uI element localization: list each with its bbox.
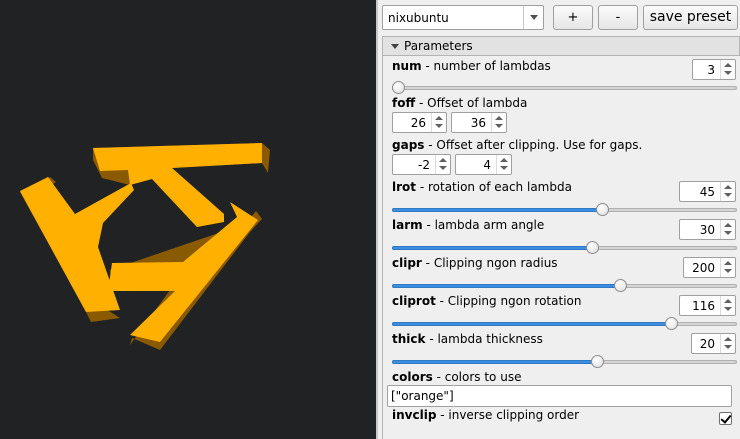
invclip-checkbox[interactable]	[719, 412, 732, 425]
param-label-lrot: lrot - rotation of each lambda	[392, 180, 572, 194]
param-label-colors: colors - colors to use	[392, 370, 522, 384]
arrow-up-icon[interactable]	[724, 223, 732, 227]
param-label-invclip: invclip - inverse clipping order	[392, 408, 580, 422]
clipr-slider[interactable]	[392, 279, 737, 293]
arrow-up-icon[interactable]	[724, 63, 732, 67]
arrow-down-icon[interactable]	[724, 307, 732, 311]
colors-input[interactable]: ["orange"]	[387, 385, 732, 407]
lambda-shape-right	[108, 202, 262, 350]
arrow-down-icon[interactable]	[724, 269, 732, 273]
foff-y-spinbox[interactable]: 36	[451, 112, 507, 133]
param-label-clipr: clipr - Clipping ngon radius	[392, 256, 558, 270]
cliprot-value: 116	[692, 299, 715, 313]
render-viewport[interactable]	[0, 0, 376, 439]
slider-handle[interactable]	[392, 81, 405, 94]
cliprot-spinbox[interactable]: 116	[679, 295, 736, 316]
preset-value: nixubuntu	[388, 11, 449, 25]
slider-handle[interactable]	[614, 279, 627, 292]
arrow-down-icon[interactable]	[724, 231, 732, 235]
arrow-up-icon[interactable]	[724, 299, 732, 303]
control-panel: nixubuntu + - save preset Parameters num…	[378, 0, 740, 439]
thick-value: 20	[699, 337, 715, 351]
thick-slider[interactable]	[392, 355, 737, 369]
gaps-y-value: 4	[483, 158, 491, 172]
group-title: Parameters	[404, 39, 473, 53]
cliprot-slider[interactable]	[392, 317, 737, 331]
thick-spinbox[interactable]: 20	[691, 333, 736, 354]
slider-handle[interactable]	[665, 317, 678, 330]
num-slider[interactable]	[392, 81, 737, 95]
lrot-value: 45	[699, 185, 715, 199]
collapse-triangle-icon[interactable]	[391, 44, 399, 49]
arrow-down-icon[interactable]	[495, 124, 503, 128]
larm-value: 30	[699, 223, 715, 237]
save-preset-button[interactable]: save preset	[643, 5, 738, 30]
arrow-down-icon[interactable]	[439, 166, 447, 170]
lrot-slider[interactable]	[392, 203, 737, 217]
param-label-foff: foff - Offset of lambda	[392, 96, 528, 110]
param-label-larm: larm - lambda arm angle	[392, 218, 545, 232]
lambda-render	[20, 143, 270, 350]
slider-handle[interactable]	[586, 241, 599, 254]
arrow-down-icon[interactable]	[724, 345, 732, 349]
parameters-group-header[interactable]: Parameters	[382, 36, 740, 56]
param-label-num: num - number of lambdas	[392, 59, 551, 73]
slider-handle[interactable]	[591, 355, 604, 368]
chevron-down-icon[interactable]	[523, 6, 543, 29]
colors-value: ["orange"]	[391, 389, 454, 403]
arrow-down-icon[interactable]	[500, 166, 508, 170]
gaps-x-spinbox[interactable]: -2	[392, 154, 451, 175]
arrow-up-icon[interactable]	[435, 116, 443, 120]
foff-y-value: 36	[470, 116, 486, 130]
slider-handle[interactable]	[596, 203, 609, 216]
larm-slider[interactable]	[392, 241, 737, 255]
arrow-up-icon[interactable]	[724, 261, 732, 265]
clipr-value: 200	[692, 261, 715, 275]
arrow-up-icon[interactable]	[439, 158, 447, 162]
lambda-shape-left	[20, 177, 134, 322]
param-label-gaps: gaps - Offset after clipping. Use for ga…	[392, 138, 643, 152]
arrow-up-icon[interactable]	[724, 185, 732, 189]
arrow-up-icon[interactable]	[500, 158, 508, 162]
param-label-thick: thick - lambda thickness	[392, 332, 543, 346]
lrot-spinbox[interactable]: 45	[679, 181, 736, 202]
add-preset-button[interactable]: +	[553, 5, 593, 30]
arrow-down-icon[interactable]	[724, 71, 732, 75]
param-label-cliprot: cliprot - Clipping ngon rotation	[392, 294, 582, 308]
gaps-y-spinbox[interactable]: 4	[455, 154, 512, 175]
arrow-up-icon[interactable]	[724, 337, 732, 341]
foff-x-spinbox[interactable]: 26	[392, 112, 447, 133]
preset-dropdown[interactable]: nixubuntu	[382, 5, 544, 30]
arrow-down-icon[interactable]	[724, 193, 732, 197]
clipr-spinbox[interactable]: 200	[683, 257, 736, 278]
gaps-x-value: -2	[418, 158, 430, 172]
remove-preset-button[interactable]: -	[598, 5, 638, 30]
num-value: 3	[707, 63, 715, 77]
larm-spinbox[interactable]: 30	[679, 219, 736, 240]
arrow-up-icon[interactable]	[495, 116, 503, 120]
num-spinbox[interactable]: 3	[692, 59, 736, 80]
arrow-down-icon[interactable]	[435, 124, 443, 128]
parameters-group-body: num - number of lambdas 3 foff - Offset …	[382, 56, 740, 439]
foff-x-value: 26	[410, 116, 426, 130]
